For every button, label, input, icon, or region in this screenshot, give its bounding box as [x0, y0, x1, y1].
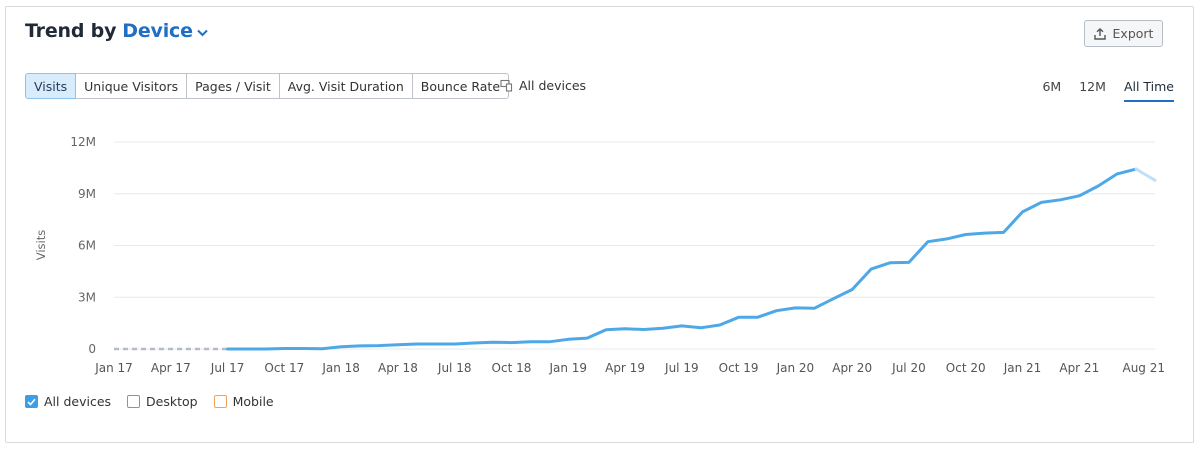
series-line-partial — [1134, 167, 1157, 182]
x-tick-label: Jan 21 — [1003, 361, 1042, 375]
y-tick-label: 12M — [70, 135, 96, 149]
x-tick-label: Jul 18 — [437, 361, 472, 375]
visits-line-chart: 0 3M 6M 9M 12M Visits Jan 17 Apr 17 Jul 17 Oct 17… — [34, 135, 1165, 375]
series-line-all-devices — [226, 167, 1138, 351]
y-tick-label: 9M — [78, 187, 96, 201]
x-tick-label: Apr 17 — [151, 361, 191, 375]
x-tick-label: Jan 17 — [94, 361, 133, 375]
x-tick-label: Apr 21 — [1059, 361, 1099, 375]
x-tick-label: Apr 19 — [605, 361, 645, 375]
x-tick-label: Apr 18 — [378, 361, 418, 375]
x-tick-label: Jul 20 — [891, 361, 926, 375]
legend-label: Mobile — [232, 394, 274, 409]
y-tick-label: 0 — [88, 342, 96, 356]
legend-all-devices[interactable]: All devices — [25, 394, 111, 409]
y-tick-label: 6M — [78, 239, 96, 253]
x-tick-label: Oct 19 — [719, 361, 759, 375]
checkbox-checked-icon — [25, 395, 38, 408]
x-tick-label: Jul 19 — [664, 361, 699, 375]
x-tick-label: Oct 20 — [946, 361, 986, 375]
legend-label: All devices — [44, 394, 112, 409]
x-tick-label: Jan 18 — [321, 361, 360, 375]
y-tick-label: 3M — [78, 290, 96, 304]
checkbox-unchecked-icon — [127, 395, 141, 408]
x-tick-label: Apr 20 — [832, 361, 872, 375]
x-tick-label: Oct 18 — [492, 361, 532, 375]
y-axis-label: Visits — [34, 230, 48, 261]
x-tick-label: Oct 17 — [264, 361, 304, 375]
legend-mobile[interactable]: Mobile — [213, 394, 274, 409]
x-tick-label: Aug 21 — [1122, 361, 1165, 375]
x-tick-label: Jan 19 — [548, 361, 587, 375]
x-tick-label: Jul 17 — [210, 361, 245, 375]
tab-visits[interactable]: Visits — [25, 73, 77, 99]
tab-label: Visits — [34, 78, 68, 94]
x-tick-label: Jan 20 — [776, 361, 815, 375]
legend-label: Desktop — [146, 394, 198, 409]
checkbox-unchecked-icon — [213, 395, 227, 408]
chart-legend: All devices Desktop Mobile — [25, 394, 290, 409]
legend-desktop[interactable]: Desktop — [127, 394, 198, 409]
